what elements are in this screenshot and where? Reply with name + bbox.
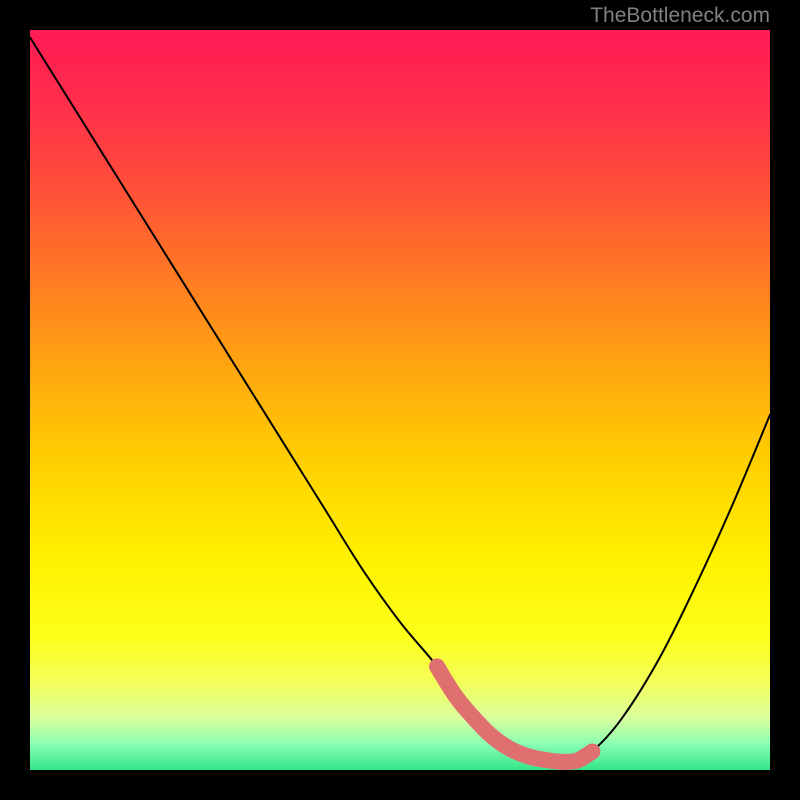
watermark-text: TheBottleneck.com xyxy=(590,4,770,28)
plot-area xyxy=(30,30,770,770)
curve-layer xyxy=(30,30,770,770)
bottleneck-curve xyxy=(30,37,770,761)
chart-frame: TheBottleneck.com xyxy=(0,0,800,800)
optimal-range-highlight xyxy=(437,666,592,761)
